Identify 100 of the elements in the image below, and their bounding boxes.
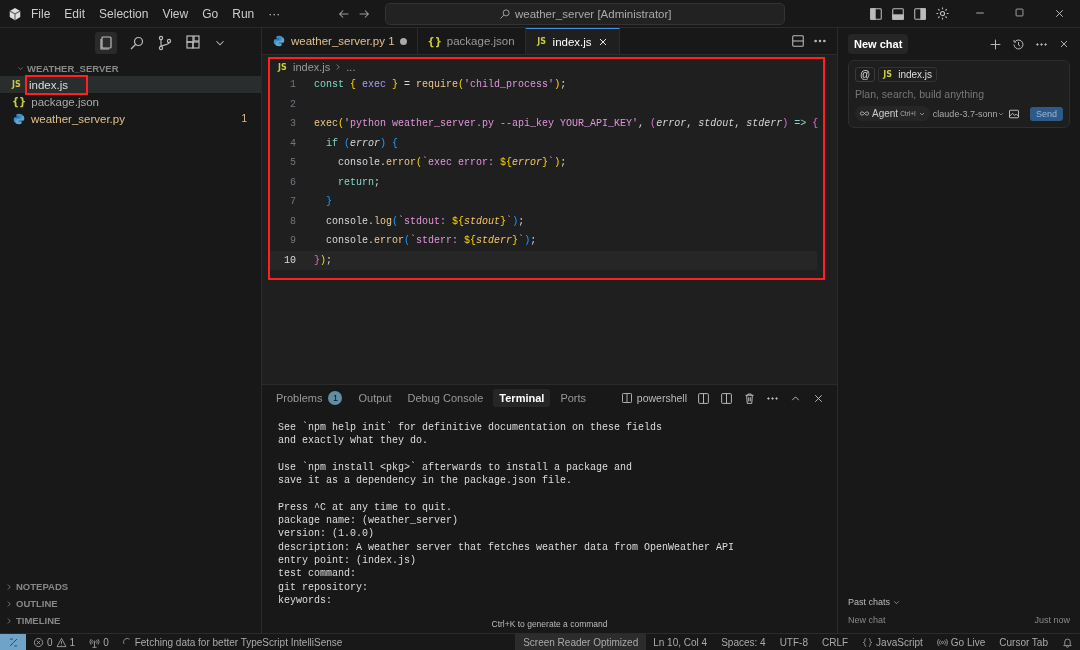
status-item[interactable]: Cursor Tab xyxy=(992,634,1055,650)
code-line: exec('python weather_server.py --api_key YOUR_API_KEY', (error, stdout, stderr) => { xyxy=(314,118,819,130)
model-dropdown[interactable]: claude-3.7-sonn xyxy=(932,108,1006,119)
command-center-search[interactable]: weather_server [Administrator] xyxy=(385,2,786,25)
file-type-label: {} xyxy=(427,35,442,47)
remote-icon xyxy=(7,636,19,648)
source-control-icon[interactable] xyxy=(156,35,173,51)
search-icon[interactable] xyxy=(128,35,145,51)
terminal-line: keywords: xyxy=(278,593,333,608)
breadcrumb-item[interactable]: ... xyxy=(346,61,356,73)
menu-item[interactable]: Run xyxy=(227,4,260,23)
mention-button[interactable]: @ xyxy=(855,67,876,82)
line-number: 4 xyxy=(289,137,296,149)
code-line: console.log(`stdout: ${stdout}`); xyxy=(325,215,525,227)
section-header[interactable]: TIMELINE xyxy=(16,615,61,626)
python-file-icon xyxy=(12,111,26,126)
panel-tab[interactable]: Output xyxy=(352,389,398,407)
history-icon[interactable] xyxy=(1012,37,1025,51)
split-terminal-icon[interactable] xyxy=(720,391,733,405)
panel-tab[interactable]: Debug Console xyxy=(401,389,490,407)
menu-item[interactable]: Selection xyxy=(94,4,154,23)
status-item[interactable]: Spaces: 4 xyxy=(714,634,773,650)
menu-item[interactable]: File xyxy=(26,4,56,23)
new-terminal-icon[interactable] xyxy=(697,391,710,405)
problems-status[interactable]: 0 1 xyxy=(26,634,83,650)
status-item[interactable]: JavaScript xyxy=(855,634,930,650)
braces-icon xyxy=(862,636,874,648)
notifications-icon[interactable] xyxy=(1062,636,1073,648)
problem-count-badge: 1 xyxy=(328,391,343,405)
panel-tab[interactable]: Problems 1 xyxy=(270,388,349,408)
terminal-line: See `npm help init` for definitive documentation on these fields xyxy=(278,421,664,435)
chat-tab[interactable]: New chat xyxy=(848,34,909,54)
antenna-icon xyxy=(89,636,101,648)
section-header[interactable]: OUTLINE xyxy=(16,598,58,609)
terminal-line: package name: (weather_server) xyxy=(278,514,460,528)
breadcrumb-item[interactable]: index.js xyxy=(293,61,331,73)
close-icon[interactable] xyxy=(1053,7,1066,20)
terminal-profile[interactable]: powershell xyxy=(636,392,687,404)
file-type-label: JS xyxy=(535,37,547,46)
trash-icon[interactable] xyxy=(743,391,756,405)
image-icon[interactable] xyxy=(1008,107,1021,120)
code-line: }); xyxy=(314,254,333,266)
file-type-label: {} xyxy=(12,96,27,107)
problem-count: 1 xyxy=(241,113,247,124)
code-line: const { exec } = require('child_process'); xyxy=(314,79,567,91)
line-number: 5 xyxy=(289,157,296,169)
menu-item[interactable]: Go xyxy=(197,4,224,23)
status-item[interactable]: Go Live xyxy=(929,634,993,650)
section-header[interactable]: NOTEPADS xyxy=(16,581,69,592)
panel-tab[interactable]: Ports xyxy=(554,389,593,407)
terminal-icon xyxy=(620,392,633,404)
section-header[interactable]: WEATHER_SERVER xyxy=(27,63,119,74)
file-tree-item[interactable]: weather_server.py 1 xyxy=(0,110,261,127)
menu-item[interactable]: ··· xyxy=(263,4,286,23)
terminal-hint: Ctrl+K to generate a command xyxy=(490,619,609,631)
past-chats-toggle[interactable]: Past chats xyxy=(848,597,891,607)
new-chat-icon[interactable] xyxy=(989,37,1002,51)
code-editor[interactable] xyxy=(268,57,825,280)
explorer-icon[interactable] xyxy=(94,32,117,54)
file-tree-item[interactable]: {} package.json xyxy=(0,93,261,110)
send-button[interactable]: Send xyxy=(1029,106,1063,121)
maximize-icon[interactable] xyxy=(1014,7,1025,18)
line-number: 1 xyxy=(289,79,296,91)
status-item[interactable]: UTF-8 xyxy=(772,634,815,650)
status-item[interactable]: Ln 10, Col 4 xyxy=(646,634,715,650)
context-file-chip[interactable]: JS index.js xyxy=(878,67,938,82)
menu-item[interactable]: Edit xyxy=(59,4,91,23)
terminal-line: test command: xyxy=(278,567,357,581)
terminal-line: version: (1.0.0) xyxy=(278,527,375,541)
line-number: 3 xyxy=(289,118,296,130)
toggle-secondary-sidebar-icon[interactable] xyxy=(913,6,927,21)
split-editor-icon[interactable] xyxy=(791,34,805,48)
terminal-line: git repository: xyxy=(278,580,369,594)
status-message: Fetching data for better TypeScript IntelliSense xyxy=(134,636,343,648)
chat-input-field[interactable]: Plan, search, build anything xyxy=(855,88,1063,100)
status-item[interactable]: Screen Reader Optimized xyxy=(515,634,647,650)
panel-tab[interactable]: Terminal xyxy=(493,389,551,407)
menu-item[interactable]: View xyxy=(157,4,194,23)
terminal-line: and exactly what they do. xyxy=(278,434,430,448)
code-line: if (error) { xyxy=(325,137,399,149)
settings-icon[interactable] xyxy=(935,6,950,21)
toggle-panel-icon[interactable] xyxy=(891,6,905,21)
editor-tab[interactable]: JS index.js xyxy=(525,28,620,54)
toggle-sidebar-icon[interactable] xyxy=(869,6,883,21)
close-icon[interactable] xyxy=(1058,38,1070,50)
unsaved-dot xyxy=(399,37,407,45)
app-logo-icon xyxy=(8,6,22,21)
file-tree-item[interactable]: JS index.js xyxy=(0,76,261,93)
broadcast-icon xyxy=(936,636,948,648)
ports-status[interactable]: 0 xyxy=(82,634,116,650)
terminal-line: entry point: (index.js) xyxy=(278,553,418,568)
status-item[interactable]: CRLF xyxy=(815,634,856,650)
past-chat-time: Just now xyxy=(1034,615,1070,625)
past-chat-title[interactable]: New chat xyxy=(848,615,886,625)
search-icon xyxy=(498,7,511,20)
terminal-line: Press ^C at any time to quit. xyxy=(278,500,454,515)
terminal-line: Use `npm install <pkg>` afterwards to install a package and xyxy=(278,460,634,475)
line-number: 10 xyxy=(283,254,296,266)
extensions-icon[interactable] xyxy=(184,35,201,51)
code-line: return; xyxy=(337,176,381,188)
